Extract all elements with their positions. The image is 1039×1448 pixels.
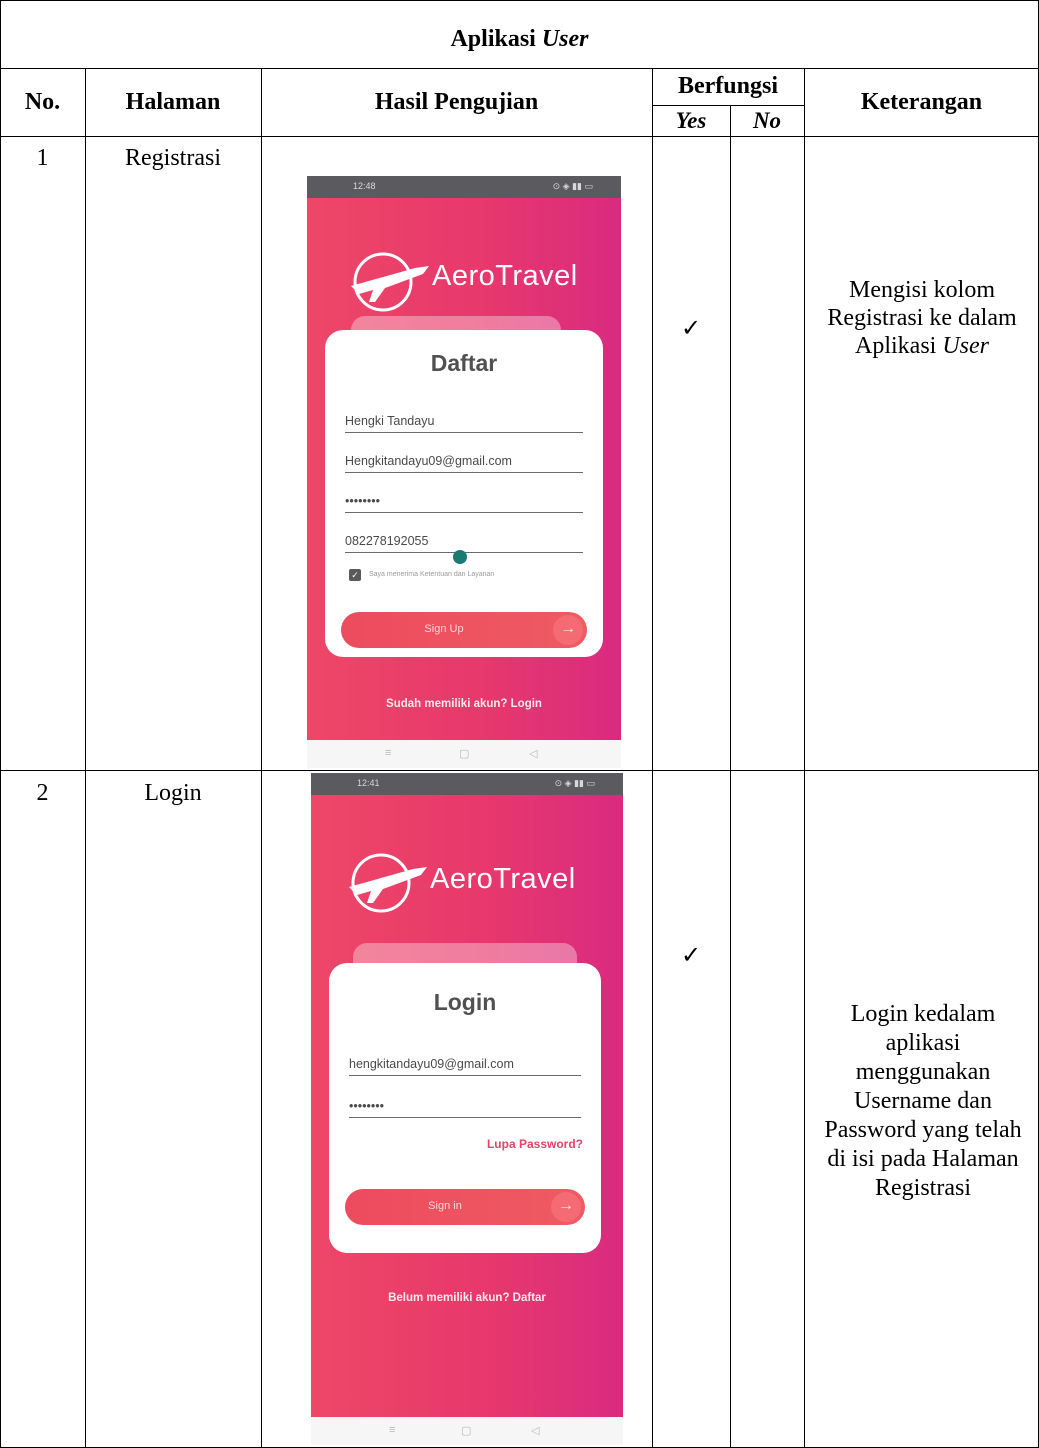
recents-icon[interactable]: ≡ [389,1424,395,1436]
row2-page: Login [144,779,202,806]
header-page: Halaman [125,88,221,115]
name-field[interactable]: Hengki Tandayu [345,408,583,433]
status-time: 12:48 [353,181,376,191]
status-icons: ⊙ ◈ ▮▮ ▭ [554,778,595,788]
header-no: No. [24,88,61,115]
forgot-password-link[interactable]: Lupa Password? [487,1137,583,1151]
phone-value: 082278192055 [345,534,429,548]
register-card: Daftar Hengki Tandayu Hengkitandayu09@gm… [325,330,603,657]
airplane-logo-icon [349,853,427,913]
row2-no: 2 [36,779,49,806]
sign-in-button[interactable]: Sign in → [345,1189,585,1225]
header-no-col: No [752,107,782,133]
status-icons: ⊙ ◈ ▮▮ ▭ [552,181,593,191]
back-icon[interactable]: ◁ [529,747,537,760]
terms-checkbox[interactable]: ✓ [349,569,361,581]
email-field[interactable]: hengkitandayu09@gmail.com [349,1051,581,1076]
row1-note-italic: User [942,333,989,359]
sign-up-button[interactable]: Sign Up → [341,612,587,648]
name-value: Hengki Tandayu [345,414,435,428]
arrow-right-icon: → [553,615,583,645]
section-title-italic: User [541,25,589,52]
sign-up-label: Sign Up [424,623,464,635]
login-screenshot: 12:41 ⊙ ◈ ▮▮ ▭ AeroTravel Login hengkita… [311,773,623,1445]
header-note: Keterangan [860,88,983,115]
section-title-text: Aplikasi [450,25,536,52]
sign-in-label: Sign in [428,1200,462,1212]
status-bar: 12:41 ⊙ ◈ ▮▮ ▭ [311,773,623,795]
section-title: Aplikasi User [0,14,1039,64]
email-value: hengkitandayu09@gmail.com [349,1057,514,1071]
register-screen: AeroTravel Daftar Hengki Tandayu Hengkit… [307,198,621,740]
arrow-right-icon: → [551,1192,581,1222]
row1-page: Registrasi [125,144,221,171]
text-cursor-handle-icon[interactable] [453,550,467,564]
row2-note: Login kedalam aplikasi menggunakan Usern… [824,1001,1022,1201]
row1-no: 1 [36,144,49,171]
app-name: AeroTravel [432,260,578,292]
android-nav-bar: ≡ ▢ ◁ [311,1417,623,1445]
app-name: AeroTravel [430,863,576,895]
phone-field[interactable]: 082278192055 [345,528,583,553]
back-icon[interactable]: ◁ [531,1424,539,1437]
home-icon[interactable]: ▢ [459,747,469,760]
home-icon[interactable]: ▢ [461,1424,471,1437]
airplane-logo-icon [351,252,429,312]
status-bar: 12:48 ⊙ ◈ ▮▮ ▭ [307,176,621,198]
login-title: Login [433,989,497,1015]
register-link[interactable]: Belum memiliki akun? Daftar [311,1292,623,1304]
row1-note: Mengisi kolom Registrasi ke dalam Aplika… [812,270,1032,415]
header-result: Hasil Pengujian [374,88,539,115]
password-value: •••••••• [349,1099,385,1113]
email-field[interactable]: Hengkitandayu09@gmail.com [345,448,583,473]
header-works: Berfungsi [677,73,778,99]
register-title: Daftar [430,350,498,376]
row1-yes-check: ✓ [680,315,702,342]
password-field[interactable]: •••••••• [345,488,583,513]
row2-no-check [730,935,804,975]
email-value: Hengkitandayu09@gmail.com [345,454,512,468]
password-field[interactable]: •••••••• [349,1093,581,1118]
register-screenshot: 12:48 ⊙ ◈ ▮▮ ▭ AeroTravel Daftar Hengki … [307,176,621,768]
android-nav-bar: ≡ ▢ ◁ [307,740,621,768]
row2-yes-check: ✓ [680,942,702,969]
recents-icon[interactable]: ≡ [385,747,391,759]
password-value: •••••••• [345,494,381,508]
login-link[interactable]: Sudah memiliki akun? Login [307,698,621,710]
row1-no-check [730,308,804,348]
login-card: Login hengkitandayu09@gmail.com ••••••••… [329,963,601,1253]
login-screen: AeroTravel Login hengkitandayu09@gmail.c… [311,795,623,1417]
header-yes: Yes [675,107,707,133]
terms-label: Saya menerima Ketentuan dan Layanan [369,571,495,578]
status-time: 12:41 [357,778,380,788]
